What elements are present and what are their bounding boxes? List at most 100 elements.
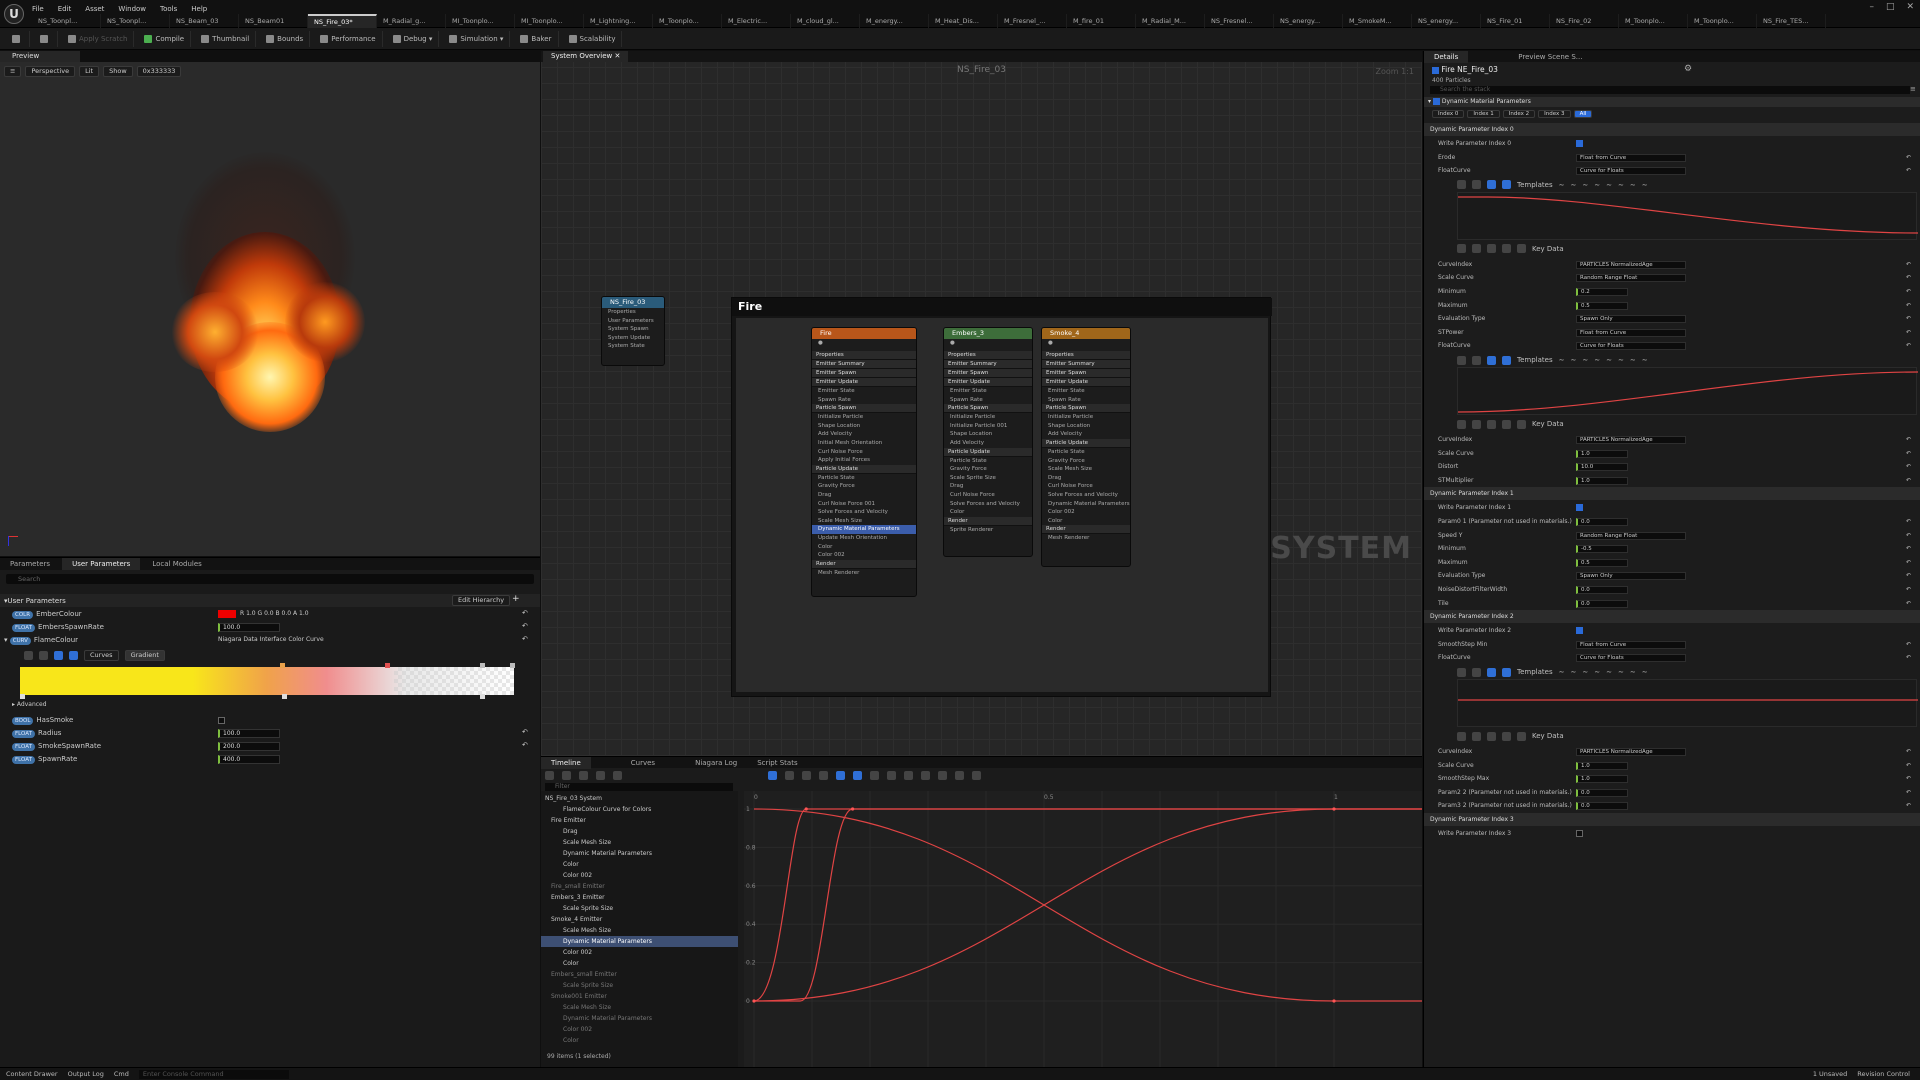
cursor-icon[interactable] — [562, 771, 571, 780]
detail-value[interactable]: Float from Curve — [1576, 328, 1686, 337]
detail-value[interactable]: Random Range Float — [1576, 274, 1686, 283]
detail-row[interactable]: SmoothStep Max 1.0 ↶ — [1424, 772, 1920, 785]
node-section[interactable]: Emitter Update — [812, 378, 916, 387]
detail-row[interactable]: Maximum 0.5 ↶ — [1424, 299, 1920, 312]
node-module[interactable]: Spawn Rate — [944, 396, 1032, 405]
detail-value[interactable]: 0.0 — [1576, 586, 1628, 594]
tree-module[interactable]: FlameColour Curve for Colors — [541, 804, 738, 815]
detail-value[interactable]: Curve for Floats — [1576, 654, 1686, 663]
node-section[interactable]: Emitter Update — [944, 378, 1032, 387]
reset-icon[interactable]: ↶ — [522, 622, 528, 630]
detail-value[interactable]: 0.2 — [1576, 288, 1628, 296]
parameter-value[interactable]: R 1.0 G 0.0 B 0.0 A 1.0 — [240, 610, 309, 617]
detail-value[interactable]: Spawn Only — [1576, 315, 1686, 324]
show-button[interactable]: Show — [103, 66, 133, 77]
detail-row[interactable]: Speed Y Random Range Float ↶ — [1424, 529, 1920, 542]
system-node-item[interactable]: Properties — [602, 308, 664, 317]
tangent-break-icon[interactable] — [870, 771, 879, 780]
reset-icon[interactable]: ↶ — [1906, 597, 1911, 610]
tree-module[interactable]: Drag — [541, 826, 738, 837]
detail-row[interactable]: NoiseDistortFilterWidth 0.0 ↶ — [1424, 583, 1920, 596]
curve-template-icon[interactable]: ∼ — [1570, 181, 1576, 189]
node-module[interactable]: Initial Mesh Orientation — [812, 439, 916, 448]
node-module[interactable]: Solve Forces and Velocity — [812, 508, 916, 517]
reset-icon[interactable]: ↶ — [522, 635, 528, 643]
detail-row[interactable]: Erode Float from Curve ↶ — [1424, 151, 1920, 164]
reset-icon[interactable]: ↶ — [1906, 745, 1911, 758]
reset-icon[interactable]: ↶ — [1906, 556, 1911, 569]
frame-icon[interactable] — [1487, 180, 1496, 190]
emitter-node-embers-3[interactable]: Embers_3 ● Properties Emitter Summary Emitte… — [943, 327, 1033, 557]
node-module[interactable]: Curl Noise Force 001 — [812, 500, 916, 509]
document-tab[interactable]: M_Radial_g... — [377, 14, 446, 28]
index-tab[interactable]: Index 2 — [1502, 110, 1536, 118]
detail-value[interactable]: 0.5 — [1576, 558, 1628, 567]
write-parameter-checkbox[interactable] — [1576, 627, 1583, 635]
tree-emitter[interactable]: Embers_3 Emitter — [541, 892, 738, 903]
node-section[interactable]: Properties — [1042, 351, 1130, 360]
next-key-icon[interactable] — [1487, 419, 1496, 429]
curve-template-icon[interactable]: ∼ — [1642, 356, 1648, 364]
node-module[interactable]: Curl Noise Force — [812, 448, 916, 457]
add-key-icon[interactable] — [1502, 731, 1511, 741]
tree-emitter[interactable]: Fire Emitter — [541, 815, 738, 826]
tab-local-modules[interactable]: Local Modules — [142, 558, 211, 570]
prev-key-icon[interactable] — [1472, 244, 1481, 254]
parameter-row[interactable]: COLR EmberColour R 1.0 G 0.0 B 0.0 A 1.0 … — [0, 608, 540, 621]
curve-template-icon[interactable]: ∼ — [1594, 181, 1600, 189]
stack-search-input[interactable]: Search the stack — [1430, 86, 1910, 94]
filter-icon[interactable]: ≡ — [1910, 85, 1916, 93]
lit-button[interactable]: Lit — [79, 66, 100, 77]
curve-template-icon[interactable]: ∼ — [1618, 181, 1624, 189]
node-module[interactable]: Emitter State — [944, 387, 1032, 396]
reset-icon[interactable]: ↶ — [1906, 433, 1911, 446]
node-section[interactable]: Particle Update — [812, 464, 916, 474]
apply-scratch-button[interactable]: Apply Scratch — [62, 30, 135, 47]
system-node-item[interactable]: System Spawn — [602, 325, 664, 334]
node-module[interactable]: Curl Noise Force — [944, 491, 1032, 500]
parameter-value-input[interactable]: 400.0 — [218, 755, 280, 764]
gradient-stop-handle[interactable] — [280, 663, 285, 668]
curve-key[interactable] — [1332, 807, 1336, 811]
write-parameter-checkbox[interactable] — [1576, 140, 1583, 147]
node-module[interactable]: Emitter State — [812, 387, 916, 396]
detail-value[interactable]: -0.5 — [1576, 545, 1628, 554]
normalize-icon[interactable] — [972, 771, 981, 780]
maximize-icon[interactable]: □ — [1886, 2, 1895, 12]
retime-icon[interactable] — [596, 771, 605, 780]
node-module[interactable]: Shape Location — [812, 422, 916, 431]
tree-module[interactable]: Color — [541, 859, 738, 870]
delete-key-icon[interactable] — [1517, 419, 1526, 429]
curve-line[interactable] — [754, 808, 1422, 1002]
cmd-button[interactable]: Cmd — [114, 1070, 129, 1078]
reset-icon[interactable]: ↶ — [1906, 271, 1911, 284]
perspective-button[interactable]: Perspective — [25, 66, 76, 77]
reset-icon[interactable]: ↶ — [1906, 460, 1911, 473]
document-tab[interactable]: MI_Toonplo... — [515, 14, 584, 28]
node-module[interactable]: Dynamic Material Parameters — [1042, 500, 1130, 509]
node-module[interactable]: Scale Mesh Size — [1042, 465, 1130, 474]
detail-row[interactable]: FloatCurve Curve for Floats ↶ — [1424, 164, 1920, 177]
node-module[interactable]: Initialize Particle — [1042, 413, 1130, 422]
tree-emitter[interactable]: Embers_small Emitter — [541, 969, 738, 980]
reset-icon[interactable]: ↶ — [1906, 339, 1911, 352]
curve-template-icon[interactable]: ∼ — [1606, 356, 1612, 364]
reset-icon[interactable]: ↶ — [1906, 799, 1911, 812]
detail-value[interactable]: Float from Curve — [1576, 640, 1686, 649]
expand-icon[interactable] — [1472, 355, 1481, 365]
scalability-button[interactable]: Scalability — [563, 30, 623, 47]
node-section[interactable]: Emitter Update — [1042, 378, 1130, 387]
reset-icon[interactable]: ↶ — [1906, 326, 1911, 339]
parameter-index-section[interactable]: Dynamic Parameter Index 1 — [1424, 487, 1920, 501]
reset-icon[interactable]: ↶ — [1906, 474, 1911, 487]
tree-module[interactable]: Dynamic Material Parameters — [541, 1013, 738, 1024]
gradient-stop-handle[interactable] — [385, 663, 390, 668]
detail-row[interactable]: Write Parameter Index 3 — [1424, 827, 1920, 840]
node-module[interactable]: Initialize Particle — [944, 413, 1032, 422]
detail-value[interactable]: 1.0 — [1576, 775, 1628, 784]
menu-item-window[interactable]: Window — [118, 5, 146, 13]
index-tab[interactable]: Index 1 — [1467, 110, 1500, 118]
detail-value[interactable]: PARTICLES NormalizedAge — [1576, 260, 1686, 269]
curve-key[interactable] — [1332, 999, 1336, 1003]
node-section[interactable]: Particle Spawn — [812, 404, 916, 414]
